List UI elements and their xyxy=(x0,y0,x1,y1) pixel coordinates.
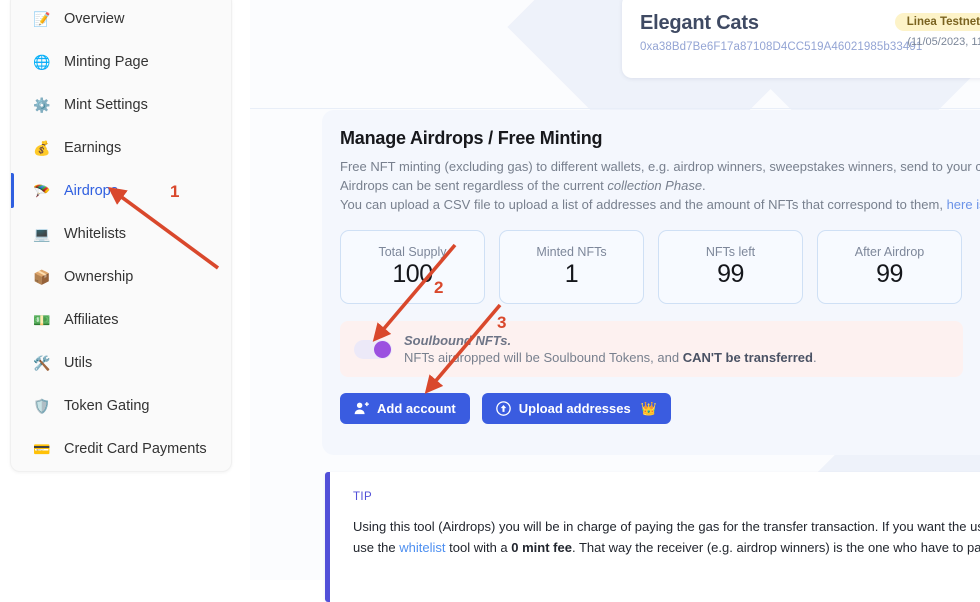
stat-card-minted-nfts: Minted NFTs 1 xyxy=(499,230,644,304)
tip-text: Using this tool (Airdrops) you will be i… xyxy=(353,516,980,558)
stat-card-after-airdrop: After Airdrop 99 xyxy=(817,230,962,304)
upload-addresses-button[interactable]: Upload addresses 👑 xyxy=(481,393,671,424)
money-bag-icon: 💰 xyxy=(33,139,51,156)
panel-description: Free NFT minting (excluding gas) to diff… xyxy=(340,157,980,214)
sidebar-item-utils[interactable]: 🛠️ Utils xyxy=(11,341,231,384)
airdrops-panel: Manage Airdrops / Free Minting Free NFT … xyxy=(322,110,980,455)
sidebar-item-label: Credit Card Payments xyxy=(64,440,207,457)
description-line-1: Free NFT minting (excluding gas) to diff… xyxy=(340,159,980,174)
deploy-timestamp: (11/05/2023, 11:5 xyxy=(907,36,980,48)
sidebar-item-label: Minting Page xyxy=(64,53,149,70)
sidebar-item-label: Utils xyxy=(64,354,93,371)
tip-line-1: Using this tool (Airdrops) you will be i… xyxy=(353,519,980,534)
whitelist-link[interactable]: whitelist xyxy=(399,540,445,555)
sidebar-item-earnings[interactable]: 💰 Earnings xyxy=(11,126,231,169)
tip-box: TIP Using this tool (Airdrops) you will … xyxy=(325,472,980,602)
upload-circle-icon xyxy=(495,401,511,416)
sidebar-item-whitelists[interactable]: 💻 Whitelists xyxy=(11,212,231,255)
package-icon: 📦 xyxy=(33,268,51,285)
soulbound-text: Soulbound NFTs. NFTs airdropped will be … xyxy=(404,333,817,365)
sidebar-item-label: Token Gating xyxy=(64,397,150,414)
crown-icon: 👑 xyxy=(640,400,657,416)
sidebar-item-label: Airdrops xyxy=(64,182,118,199)
soulbound-toggle[interactable] xyxy=(354,339,392,359)
gear-icon: ⚙️ xyxy=(33,96,51,113)
sidebar-item-affiliates[interactable]: 💵 Affiliates xyxy=(11,298,231,341)
sidebar-item-token-gating[interactable]: 🛡️ Token Gating xyxy=(11,384,231,427)
soulbound-description: NFTs airdropped will be Soulbound Tokens… xyxy=(404,350,817,365)
sidebar-item-label: Affiliates xyxy=(64,311,119,328)
note-icon: 📝 xyxy=(33,10,51,27)
add-account-button[interactable]: Add account xyxy=(340,393,470,424)
shield-icon: 🛡️ xyxy=(33,397,51,414)
stat-card-nfts-left: NFTs left 99 xyxy=(658,230,803,304)
sidebar-item-minting-page[interactable]: 🌐 Minting Page xyxy=(11,40,231,83)
add-account-label: Add account xyxy=(377,401,456,416)
active-indicator xyxy=(11,173,14,208)
sidebar-item-label: Whitelists xyxy=(64,225,127,242)
sidebar-item-airdrops[interactable]: 🪂 Airdrops xyxy=(11,169,231,212)
sidebar: 📝 Overview 🌐 Minting Page ⚙️ Mint Settin… xyxy=(10,0,232,472)
tip-line-2: use the whitelist tool with a 0 mint fee… xyxy=(353,540,980,555)
sidebar-item-mint-settings[interactable]: ⚙️ Mint Settings xyxy=(11,83,231,126)
sidebar-item-label: Mint Settings xyxy=(64,96,148,113)
description-line-3: You can upload a CSV file to upload a li… xyxy=(340,195,980,214)
sidebar-item-label: Ownership xyxy=(64,268,134,285)
upload-addresses-label: Upload addresses xyxy=(518,401,631,416)
credit-card-icon: 💳 xyxy=(33,440,51,457)
sidebar-item-ownership[interactable]: 📦 Ownership xyxy=(11,255,231,298)
action-buttons: Add account Upload addresses 👑 xyxy=(340,393,980,424)
soulbound-banner: Soulbound NFTs. NFTs airdropped will be … xyxy=(340,321,963,377)
globe-icon: 🌐 xyxy=(33,53,51,70)
sidebar-item-label: Earnings xyxy=(64,139,122,156)
parachute-icon: 🪂 xyxy=(33,182,51,199)
panel-title: Manage Airdrops / Free Minting xyxy=(340,128,603,148)
stats-row: Total Supply 100 Minted NFTs 1 NFTs left… xyxy=(340,230,980,304)
person-add-icon xyxy=(354,402,369,415)
stat-card-total-supply: Total Supply 100 xyxy=(340,230,485,304)
money-note-icon: 💵 xyxy=(33,311,51,328)
collection-header: Elegant Cats 0xa38Bd7Be6F17a87108D4CC519… xyxy=(622,0,980,78)
sidebar-item-label: Overview xyxy=(64,10,125,27)
header-meta: Linea Testnet (11/05/2023, 11:5 xyxy=(894,12,980,48)
status-badge: Linea Testnet xyxy=(894,13,980,31)
sidebar-item-credit-card-payments[interactable]: 💳 Credit Card Payments xyxy=(11,427,231,470)
laptop-icon: 💻 xyxy=(33,225,51,242)
tools-icon: 🛠️ xyxy=(33,354,51,371)
csv-template-link[interactable]: here is a xyxy=(947,197,980,212)
description-line-2: Airdrops can be sent regardless of the c… xyxy=(340,178,706,193)
toggle-knob xyxy=(374,340,391,358)
tip-label: TIP xyxy=(353,491,373,503)
soulbound-title: Soulbound NFTs. xyxy=(404,333,512,348)
sidebar-item-overview[interactable]: 📝 Overview xyxy=(11,0,231,40)
